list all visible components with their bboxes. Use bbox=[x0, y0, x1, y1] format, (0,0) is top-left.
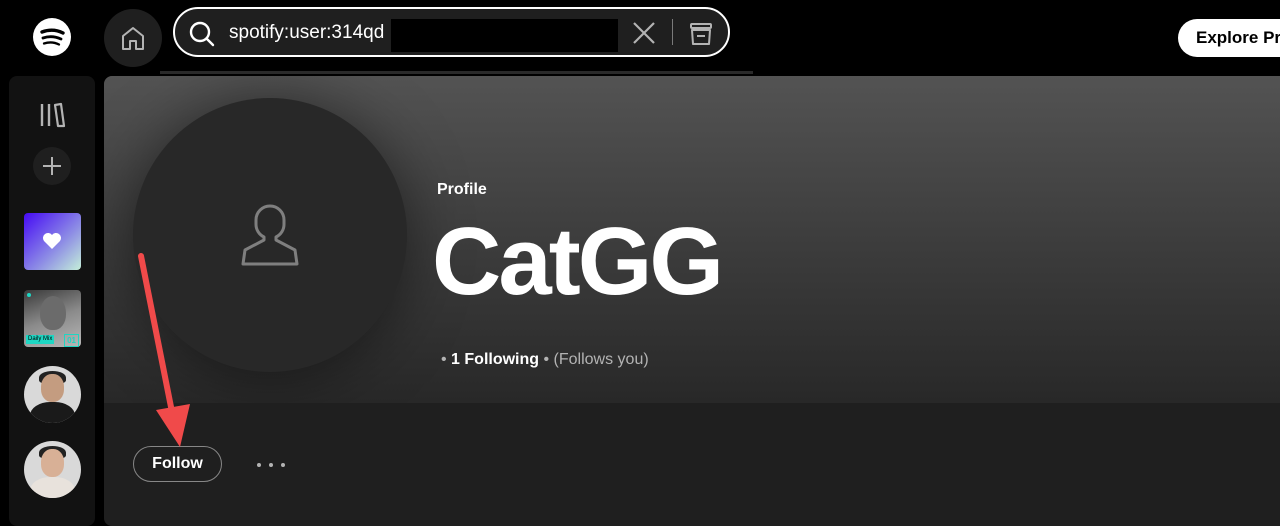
artist-body bbox=[30, 402, 75, 423]
daily-mix-item[interactable]: Daily Mix 01 bbox=[24, 290, 81, 347]
search-divider bbox=[672, 19, 673, 45]
spotify-logo[interactable] bbox=[33, 18, 71, 56]
liked-songs-item[interactable] bbox=[24, 213, 81, 270]
action-bar: Follow bbox=[104, 403, 1280, 526]
artist-body bbox=[30, 477, 75, 498]
following-count-link[interactable]: 1 Following bbox=[451, 351, 539, 368]
profile-type-label: Profile bbox=[437, 181, 487, 198]
user-icon bbox=[241, 204, 299, 266]
create-button[interactable] bbox=[33, 147, 71, 185]
daily-mix-number: 01 bbox=[64, 334, 79, 347]
more-icon bbox=[257, 463, 261, 467]
search-underline bbox=[160, 71, 753, 74]
library-icon[interactable] bbox=[38, 102, 66, 128]
daily-mix-dot bbox=[27, 293, 31, 297]
home-button[interactable] bbox=[104, 9, 162, 67]
top-bar: Explore Premium bbox=[0, 0, 1280, 76]
search-icon bbox=[189, 21, 215, 47]
close-icon[interactable] bbox=[631, 20, 657, 46]
artist-face bbox=[41, 449, 64, 477]
daily-mix-artwork bbox=[40, 296, 66, 330]
daily-mix-label: Daily Mix bbox=[26, 335, 55, 344]
library-sidebar: Daily Mix 01 bbox=[9, 76, 95, 526]
artist-item[interactable] bbox=[24, 441, 81, 498]
follow-button[interactable]: Follow bbox=[133, 446, 222, 482]
meta-separator: • bbox=[539, 351, 554, 368]
heart-icon bbox=[43, 233, 61, 249]
artist-item[interactable] bbox=[24, 366, 81, 423]
artist-face bbox=[41, 374, 64, 402]
browse-icon[interactable] bbox=[687, 20, 715, 48]
redacted-text bbox=[391, 19, 618, 52]
more-icon bbox=[281, 463, 285, 467]
main-view: Profile CatGG • 1 Following • (Follows y… bbox=[104, 76, 1280, 526]
search-bar[interactable] bbox=[173, 7, 730, 57]
search-input[interactable] bbox=[229, 20, 389, 46]
spotify-logo-icon bbox=[40, 28, 65, 46]
more-options-button[interactable] bbox=[254, 453, 288, 477]
profile-header: Profile CatGG • 1 Following • (Follows y… bbox=[104, 76, 1280, 403]
home-icon bbox=[122, 27, 144, 50]
profile-name: CatGG bbox=[432, 208, 724, 315]
profile-avatar[interactable] bbox=[133, 98, 407, 372]
explore-premium-button[interactable]: Explore Premium bbox=[1178, 19, 1280, 57]
plus-icon bbox=[43, 157, 61, 175]
follows-you-label: (Follows you) bbox=[553, 351, 649, 368]
profile-meta: • 1 Following • (Follows you) bbox=[441, 351, 649, 369]
meta-bullet: • bbox=[441, 351, 452, 368]
more-icon bbox=[269, 463, 273, 467]
